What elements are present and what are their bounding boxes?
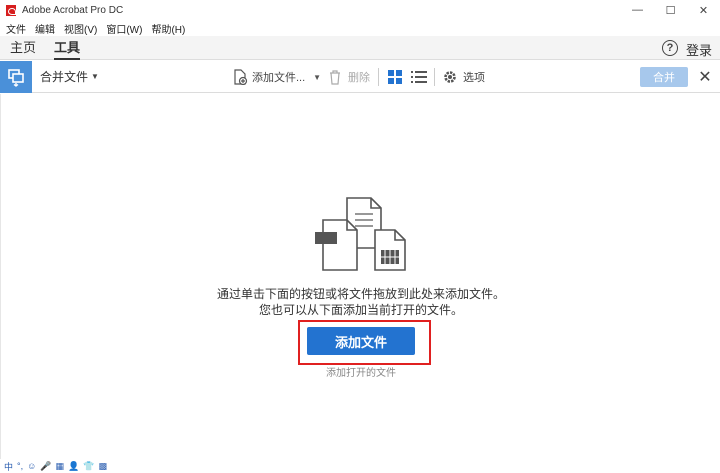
window-title: Adobe Acrobat Pro DC <box>22 4 124 16</box>
options-group[interactable]: 选项 <box>443 61 485 93</box>
tab-bar: 主页 工具 ? 登录 <box>0 36 720 60</box>
menu-view[interactable]: 视图(V) <box>64 21 97 36</box>
instruction-text-line1: 通过单击下面的按钮或将文件拖放到此处来添加文件。 <box>216 287 505 301</box>
input-method-tray: 中 °, ☺ 🎤 ▦ 👤 👕 ▩ <box>0 459 130 473</box>
caret-down-icon[interactable]: ▼ <box>91 72 99 81</box>
add-files-caret-icon[interactable]: ▼ <box>313 73 321 82</box>
add-files-button[interactable]: 添加文件... <box>252 69 305 85</box>
instruction-text-line2: 您也可以从下面添加当前打开的文件。 <box>258 303 463 317</box>
toolbox-icon[interactable]: ▩ <box>99 461 108 472</box>
tab-home[interactable]: 主页 <box>10 36 36 60</box>
emoji-icon[interactable]: ☺ <box>27 461 36 471</box>
help-icon[interactable]: ? <box>662 40 678 56</box>
menu-window[interactable]: 窗口(W) <box>106 21 142 36</box>
close-window-button[interactable]: ✕ <box>687 0 720 20</box>
separator-1 <box>378 61 379 93</box>
ime-chinese-icon[interactable]: 中 <box>4 460 13 473</box>
options-button[interactable]: 选项 <box>463 69 485 85</box>
minimize-button[interactable]: — <box>621 0 654 20</box>
keyboard-icon[interactable]: ▦ <box>56 461 65 472</box>
tool-toolbar: 合并文件 ▼ 添加文件... ▼ 删除 选项 合并 ✕ <box>0 60 720 93</box>
add-files-group[interactable]: 添加文件... ▼ <box>232 61 321 93</box>
maximize-button[interactable]: ☐ <box>654 0 687 20</box>
acrobat-logo-icon <box>6 4 16 16</box>
trash-icon <box>330 70 340 85</box>
punctuation-icon[interactable]: °, <box>17 461 23 471</box>
tool-name-dropdown[interactable]: 合并文件 <box>40 68 88 85</box>
window-controls: — ☐ ✕ <box>621 0 720 20</box>
login-link[interactable]: 登录 <box>686 40 712 59</box>
menu-file[interactable]: 文件 <box>6 21 26 36</box>
gear-icon <box>444 71 456 83</box>
combine-files-illustration-icon <box>315 197 406 271</box>
title-bar: Adobe Acrobat Pro DC — ☐ ✕ <box>0 0 720 20</box>
separator-2 <box>434 61 435 93</box>
menu-bar: 文件 编辑 视图(V) 窗口(W) 帮助(H) <box>0 20 720 36</box>
microphone-icon[interactable]: 🎤 <box>40 461 51 472</box>
drop-area[interactable]: 通过单击下面的按钮或将文件拖放到此处来添加文件。 您也可以从下面添加当前打开的文… <box>0 94 720 459</box>
menu-edit[interactable]: 编辑 <box>35 21 55 36</box>
delete-button[interactable]: 删除 <box>348 69 370 85</box>
menu-help[interactable]: 帮助(H) <box>151 21 185 36</box>
add-open-files-link[interactable]: 添加打开的文件 <box>1 364 720 379</box>
add-file-icon <box>234 69 248 85</box>
list-view-icon[interactable] <box>411 61 427 93</box>
close-tool-icon[interactable]: ✕ <box>696 67 714 87</box>
delete-group[interactable]: 删除 <box>328 61 370 93</box>
combine-files-icon[interactable] <box>0 60 32 93</box>
merge-button[interactable]: 合并 <box>640 67 688 87</box>
add-files-primary-button[interactable]: 添加文件 <box>307 327 415 355</box>
tab-tools[interactable]: 工具 <box>54 36 81 60</box>
thumbnail-view-icon[interactable] <box>388 61 402 93</box>
skin-icon[interactable]: 👕 <box>83 461 94 472</box>
user-icon[interactable]: 👤 <box>68 461 79 472</box>
